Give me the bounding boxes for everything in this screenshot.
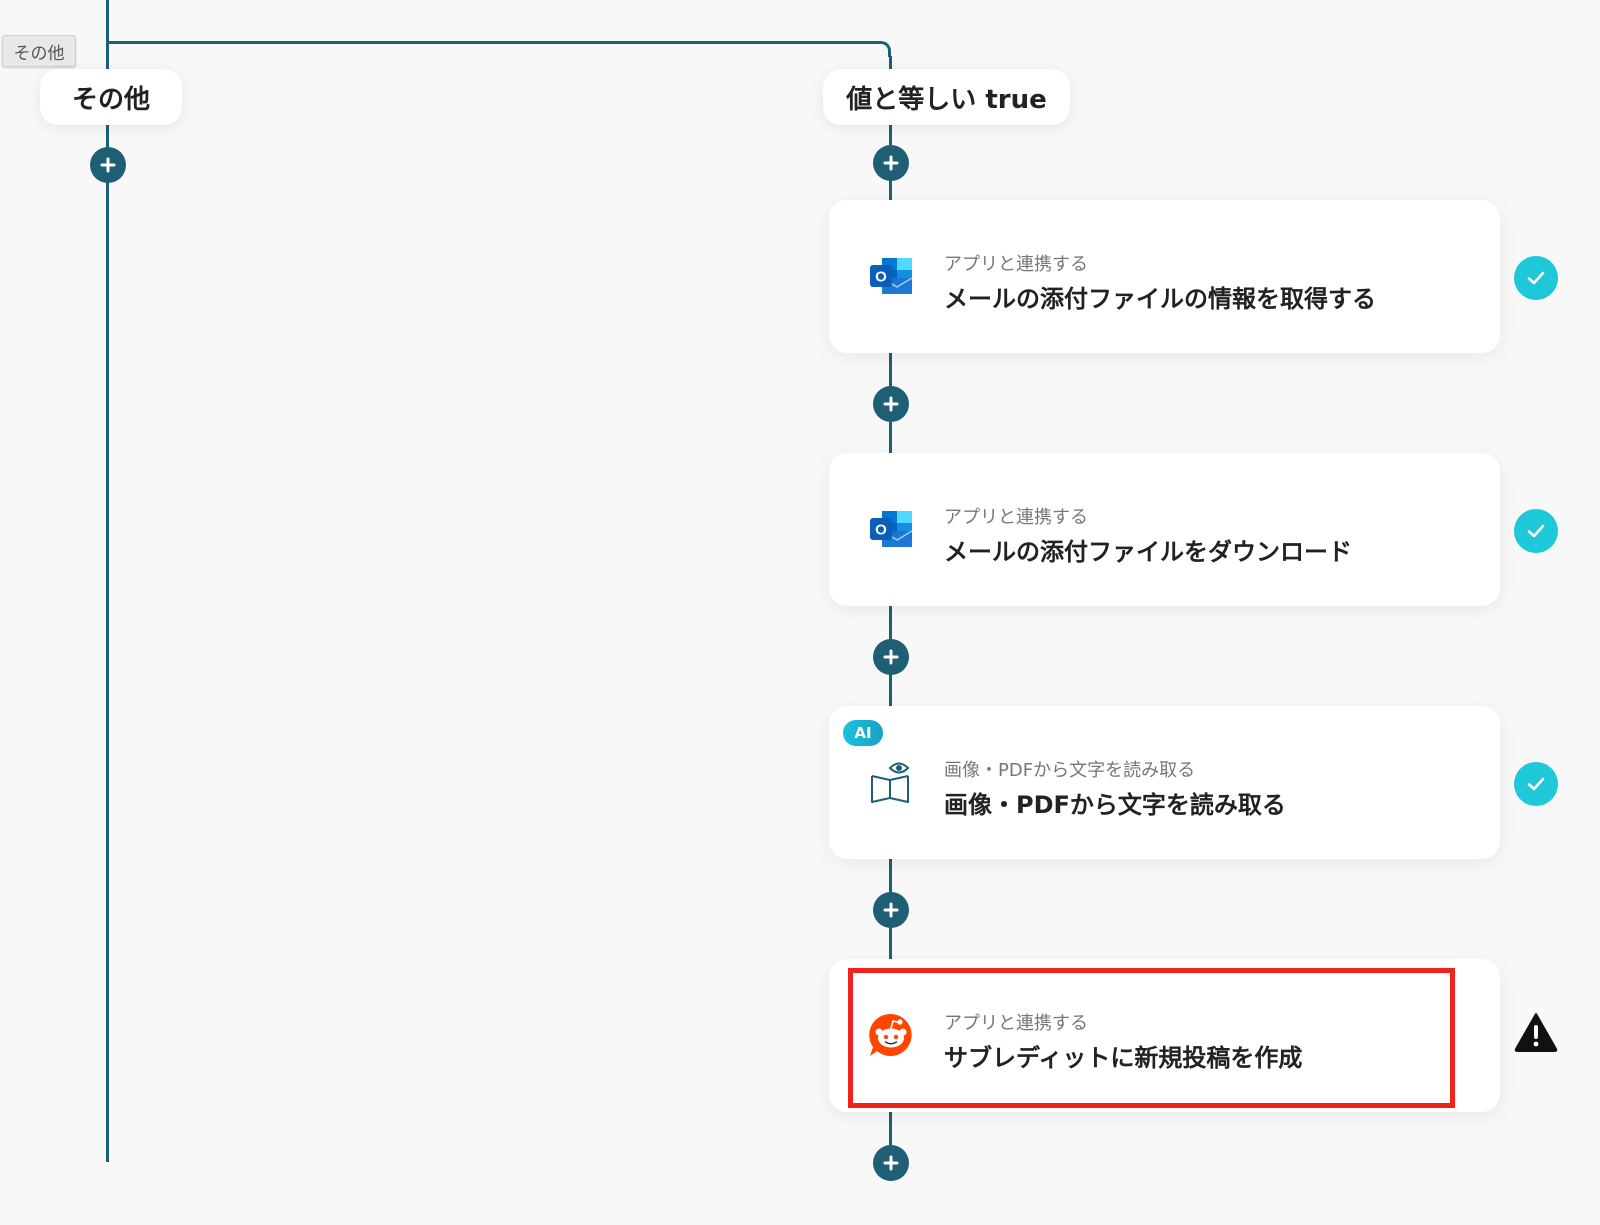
step-title: メールの添付ファイルの情報を取得する (944, 285, 1376, 313)
step-card-download-attachment[interactable]: O アプリと連携する メールの添付ファイルをダウンロード (829, 453, 1500, 606)
step-title: サブレディットに新規投稿を作成 (944, 1044, 1303, 1072)
branch-connector (108, 41, 891, 57)
plus-icon (883, 155, 899, 171)
branch-label-equals-true[interactable]: 値と等しい true (823, 69, 1070, 125)
add-step-button-3[interactable] (873, 639, 909, 675)
plus-icon (100, 157, 116, 173)
branch-label-other[interactable]: その他 (40, 69, 182, 125)
add-step-button-4[interactable] (873, 892, 909, 928)
step-status-complete (1514, 509, 1558, 553)
plus-icon (883, 649, 899, 665)
step-category: 画像・PDFから文字を読み取る (944, 760, 1196, 781)
step-category: アプリと連携する (944, 1013, 1088, 1034)
step-status-warning (1514, 1010, 1558, 1054)
add-step-button-5[interactable] (873, 1145, 909, 1181)
add-step-button-left[interactable] (90, 147, 126, 183)
add-step-button-2[interactable] (873, 386, 909, 422)
step-category: アプリと連携する (944, 507, 1088, 528)
step-status-complete (1514, 762, 1558, 806)
svg-text:O: O (875, 269, 887, 286)
step-title: メールの添付ファイルをダウンロード (944, 538, 1352, 566)
step-card-create-subreddit-post[interactable]: アプリと連携する サブレディットに新規投稿を作成 (829, 959, 1500, 1112)
add-step-button-1[interactable] (873, 145, 909, 181)
svg-text:O: O (875, 522, 887, 539)
step-category: アプリと連携する (944, 254, 1088, 275)
connector-line-left-branch (106, 44, 109, 1162)
outlook-icon: O (867, 252, 915, 300)
step-title: 画像・PDFから文字を読み取る (944, 791, 1286, 819)
step-card-get-attachment-info[interactable]: O アプリと連携する メールの添付ファイルの情報を取得する (829, 200, 1500, 353)
ai-badge: AI (843, 720, 883, 746)
check-icon (1527, 524, 1545, 538)
ocr-book-eye-icon (867, 758, 915, 806)
warning-icon (1514, 1013, 1558, 1052)
reddit-icon (867, 1011, 915, 1059)
connector-line-top (106, 0, 109, 44)
step-card-ocr[interactable]: AI 画像・PDFから文字を読み取る 画像・PDFから文字を読み取る (829, 706, 1500, 859)
outlook-icon: O (867, 505, 915, 553)
check-icon (1527, 271, 1545, 285)
step-status-complete (1514, 256, 1558, 300)
plus-icon (883, 396, 899, 412)
plus-icon (883, 902, 899, 918)
branch-tag[interactable]: その他 (2, 35, 76, 67)
check-icon (1527, 777, 1545, 791)
plus-icon (883, 1155, 899, 1171)
